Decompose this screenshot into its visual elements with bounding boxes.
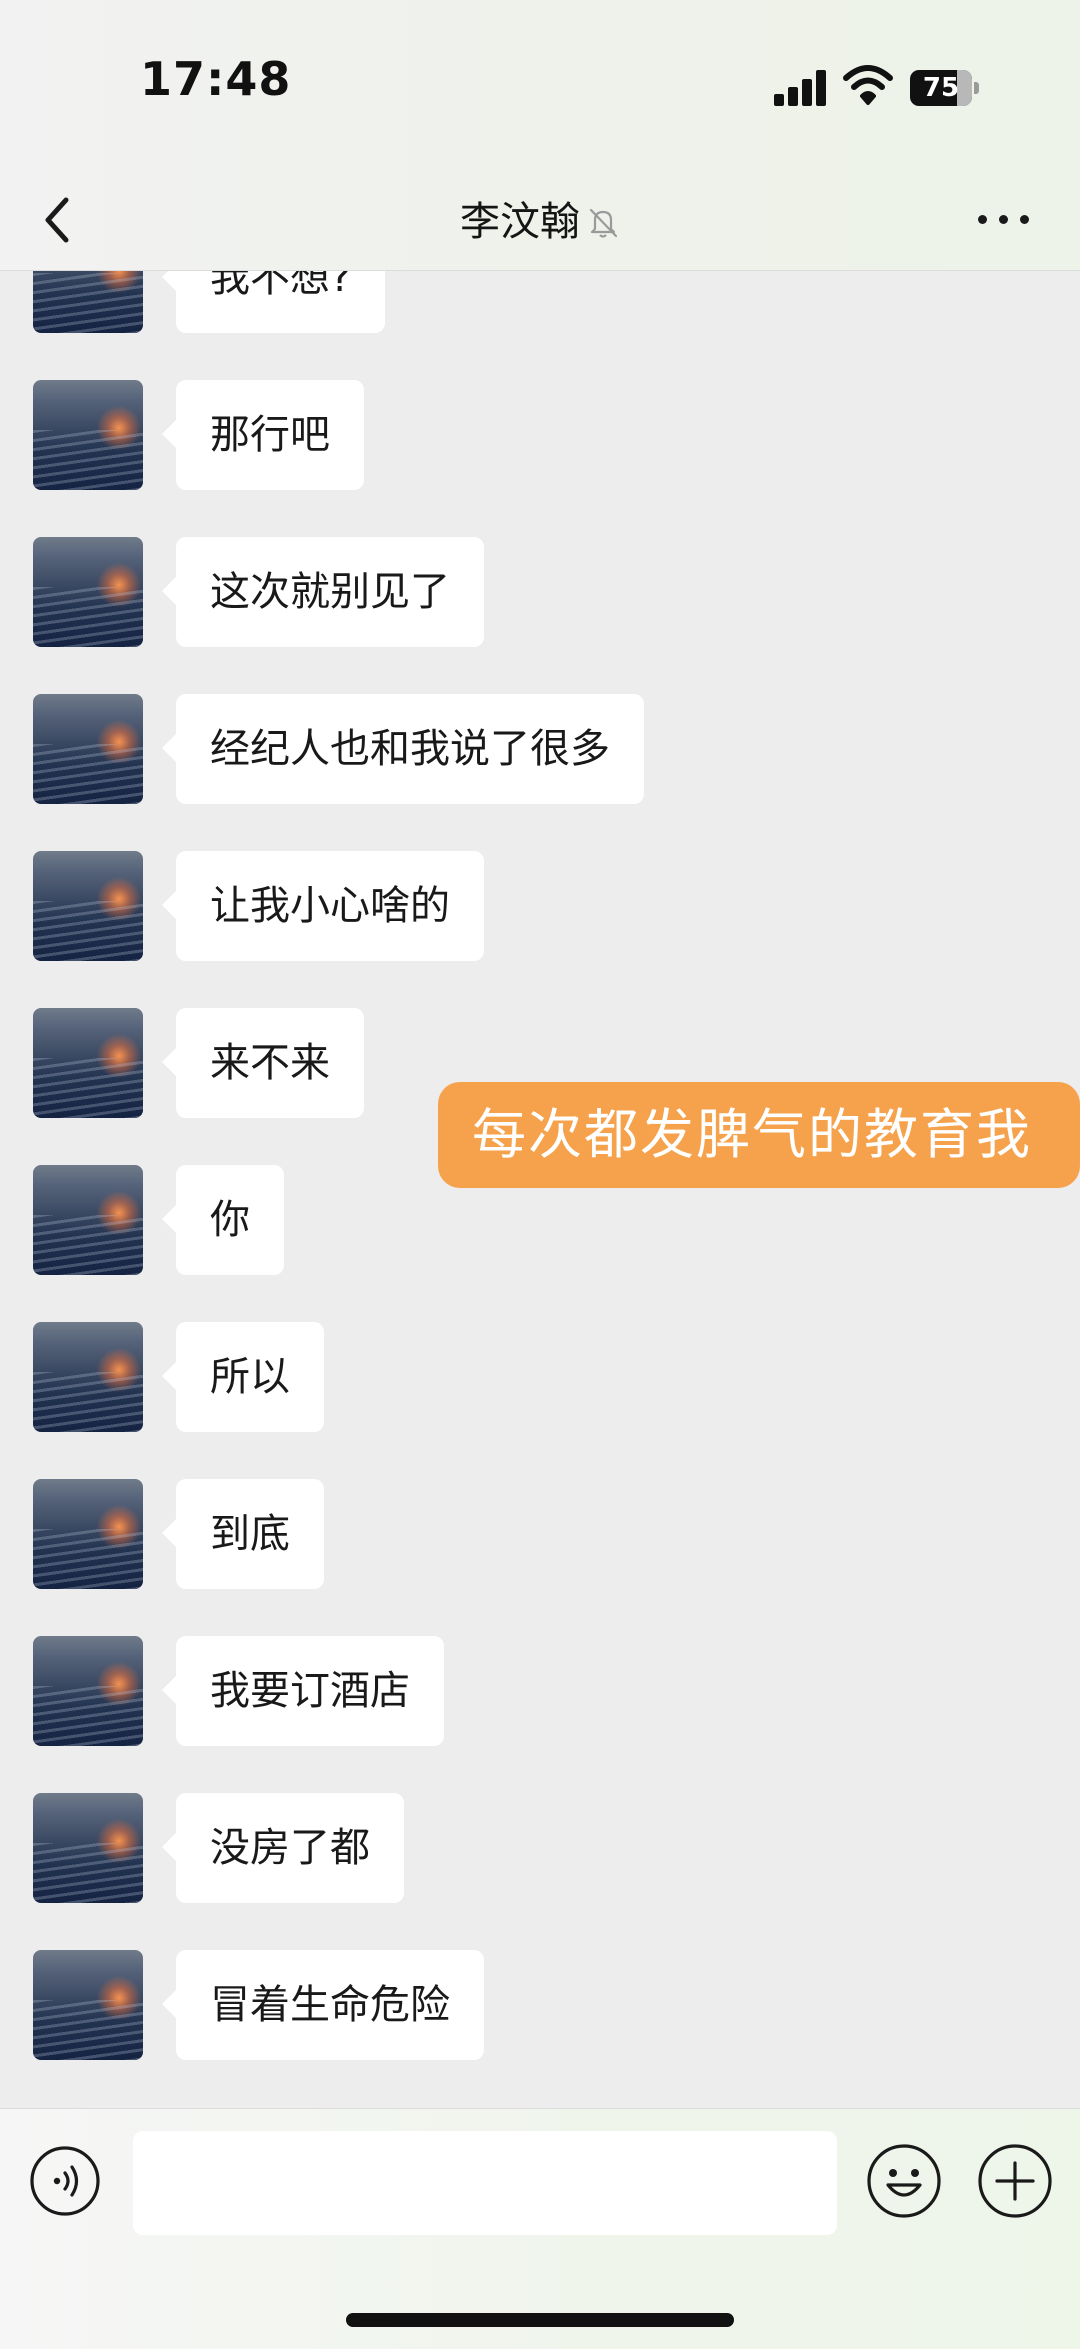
message-row: 经纪人也和我说了很多 — [0, 694, 1080, 804]
message-bubble[interactable]: 这次就别见了 — [162, 537, 484, 647]
contact-avatar[interactable] — [33, 1950, 143, 2060]
message-row: 这次就别见了 — [0, 537, 1080, 647]
message-bubble[interactable]: 没房了都 — [162, 1793, 404, 1903]
battery-level: 75 — [922, 73, 960, 103]
home-indicator[interactable] — [346, 2313, 734, 2327]
wifi-icon — [843, 65, 893, 105]
chat-header: 李汶翰 — [0, 170, 1080, 271]
voice-button[interactable] — [29, 2145, 101, 2217]
overlay-caption: 每次都发脾气的教育我 — [438, 1082, 1080, 1188]
message-row: 没房了都 — [0, 1793, 1080, 1903]
status-bar: 17:48 75 — [0, 0, 1080, 170]
message-bubble[interactable]: 我不想? — [161, 270, 386, 333]
contact-avatar[interactable] — [33, 694, 143, 804]
message-bubble[interactable]: 冒着生命危险 — [162, 1950, 484, 2060]
message-bubble[interactable]: 来不来 — [162, 1008, 364, 1118]
message-row: 让我小心啥的 — [0, 851, 1080, 961]
message-bubble[interactable]: 到底 — [162, 1479, 324, 1589]
battery-icon: 75 — [910, 70, 980, 106]
message-row: 到底 — [0, 1479, 1080, 1589]
chat-title-area: 李汶翰 — [0, 170, 1080, 270]
contact-avatar[interactable] — [33, 1636, 143, 1746]
chat-title: 李汶翰 — [460, 199, 580, 245]
message-row: 那行吧 — [0, 380, 1080, 490]
message-row: 我不想? — [0, 270, 1080, 333]
contact-avatar[interactable] — [33, 1322, 143, 1432]
contact-avatar[interactable] — [33, 270, 143, 333]
message-row: 冒着生命危险 — [0, 1950, 1080, 2060]
contact-avatar[interactable] — [33, 1793, 143, 1903]
contact-avatar[interactable] — [33, 851, 143, 961]
message-bubble[interactable]: 让我小心啥的 — [162, 851, 484, 961]
message-bubble[interactable]: 你 — [162, 1165, 284, 1275]
signal-icon — [774, 70, 828, 106]
plus-button[interactable] — [977, 2143, 1053, 2219]
status-time: 17:48 — [140, 52, 292, 106]
message-row: 我要订酒店 — [0, 1636, 1080, 1746]
contact-avatar[interactable] — [33, 1165, 143, 1275]
contact-avatar[interactable] — [33, 1479, 143, 1589]
emoji-button[interactable] — [866, 2143, 942, 2219]
contact-avatar[interactable] — [33, 1008, 143, 1118]
bell-slash-icon — [589, 208, 618, 238]
message-bubble[interactable]: 我要订酒店 — [162, 1636, 444, 1746]
message-input[interactable] — [133, 2131, 837, 2235]
message-bubble[interactable]: 经纪人也和我说了很多 — [162, 694, 644, 804]
message-row: 所以 — [0, 1322, 1080, 1432]
more-options-button[interactable] — [978, 204, 1030, 234]
contact-avatar[interactable] — [33, 537, 143, 647]
contact-avatar[interactable] — [33, 380, 143, 490]
message-bubble[interactable]: 所以 — [162, 1322, 324, 1432]
message-list[interactable]: 我不想? 那行吧 这次就别见了 经纪人也和我说了很多 让我小心啥的 来不来 你 … — [0, 270, 1080, 2108]
message-bubble[interactable]: 那行吧 — [162, 380, 364, 490]
